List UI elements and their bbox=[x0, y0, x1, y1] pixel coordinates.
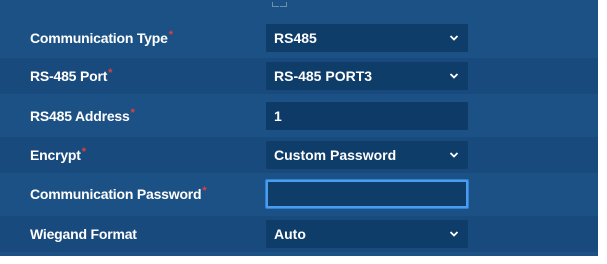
chevron-down-icon bbox=[449, 231, 459, 237]
form-row-wiegand-format: Wiegand Format Auto bbox=[0, 216, 598, 252]
clipped-row-edge bbox=[280, 2, 287, 7]
form-row-rs485-port: RS-485 Port* RS-485 PORT3 bbox=[0, 58, 598, 94]
field-label: Encrypt* bbox=[30, 137, 86, 173]
select-value: RS-485 PORT3 bbox=[274, 68, 373, 84]
field-label-text: RS485 Address bbox=[30, 108, 130, 124]
chevron-down-icon bbox=[449, 35, 459, 41]
rs485-port-select[interactable]: RS-485 PORT3 bbox=[266, 62, 468, 90]
required-marker: * bbox=[108, 67, 113, 79]
required-marker: * bbox=[130, 107, 135, 119]
field-label-text: RS-485 Port bbox=[30, 68, 108, 84]
communication-password-input[interactable] bbox=[266, 180, 468, 208]
field-label: Communication Password* bbox=[30, 176, 207, 212]
field-label-text: Encrypt bbox=[30, 147, 81, 163]
form-row-communication-password: Communication Password* bbox=[0, 176, 598, 212]
required-marker: * bbox=[202, 185, 207, 197]
required-marker: * bbox=[81, 146, 86, 158]
select-value: Auto bbox=[274, 226, 306, 242]
input-value: 1 bbox=[274, 108, 282, 124]
rs485-address-input[interactable]: 1 bbox=[266, 102, 468, 130]
form-row-rs485-address: RS485 Address* 1 bbox=[0, 98, 598, 134]
chevron-down-icon bbox=[449, 73, 459, 79]
select-value: Custom Password bbox=[274, 147, 397, 163]
encrypt-select[interactable]: Custom Password bbox=[266, 141, 468, 169]
field-label: Communication Type* bbox=[30, 20, 173, 56]
clipped-previous-row bbox=[270, 0, 380, 8]
required-marker: * bbox=[168, 29, 173, 41]
field-label: Wiegand Format bbox=[30, 216, 137, 252]
form-row-encrypt: Encrypt* Custom Password bbox=[0, 137, 598, 173]
form-row-communication-type: Communication Type* RS485 bbox=[0, 20, 598, 56]
communication-type-select[interactable]: RS485 bbox=[266, 24, 468, 52]
wiegand-format-select[interactable]: Auto bbox=[266, 220, 468, 248]
clipped-row-edge bbox=[272, 2, 279, 7]
field-label-text: Communication Type bbox=[30, 30, 168, 46]
field-label: RS-485 Port* bbox=[30, 58, 112, 94]
field-label-text: Wiegand Format bbox=[30, 226, 137, 242]
select-value: RS485 bbox=[274, 30, 317, 46]
chevron-down-icon bbox=[449, 152, 459, 158]
settings-form-panel: Communication Type* RS485 RS-485 Port* R… bbox=[0, 0, 598, 256]
field-label-text: Communication Password bbox=[30, 186, 202, 202]
field-label: RS485 Address* bbox=[30, 98, 135, 134]
